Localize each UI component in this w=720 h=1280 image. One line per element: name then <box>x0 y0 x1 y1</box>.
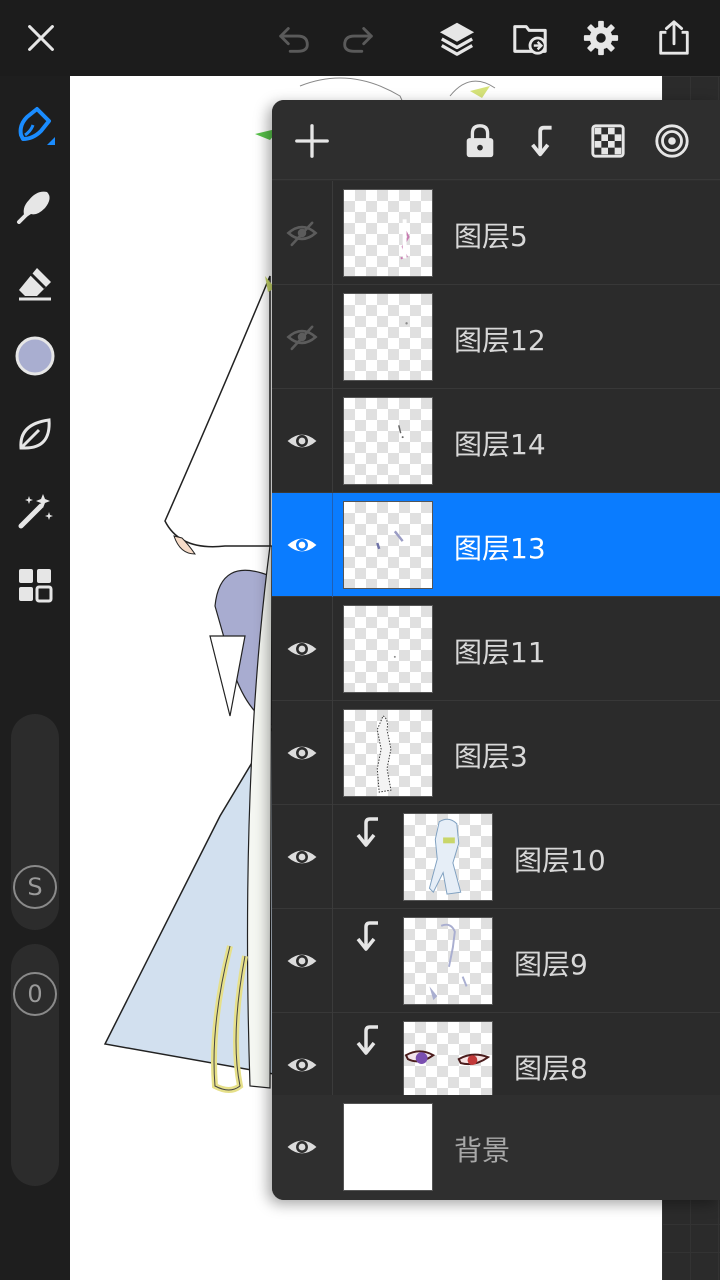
layer-name: 图层8 <box>514 1052 588 1085</box>
add-layer-icon[interactable] <box>289 118 335 164</box>
layer-row-selected[interactable]: 图层13 <box>272 493 720 597</box>
checkerboard-icon[interactable] <box>585 118 631 164</box>
layer-name: 图层5 <box>454 220 528 253</box>
grid-icon[interactable] <box>10 560 60 610</box>
layers-icon[interactable] <box>433 14 481 62</box>
eye-icon[interactable] <box>280 523 324 567</box>
background-layer-row[interactable]: 背景 <box>272 1095 720 1200</box>
layer-thumbnail <box>403 813 493 901</box>
layer-name: 图层13 <box>454 532 546 565</box>
layer-name: 图层9 <box>514 948 588 981</box>
layer-row[interactable]: 图层9 <box>272 909 720 1013</box>
layer-row[interactable]: 图层14 <box>272 389 720 493</box>
eye-icon[interactable] <box>280 627 324 671</box>
import-icon[interactable] <box>506 14 554 62</box>
background-thumbnail <box>343 1103 433 1191</box>
layer-row[interactable]: 图层5 <box>272 181 720 285</box>
layer-thumbnail <box>343 605 433 693</box>
row-divider <box>332 805 333 909</box>
leaf-icon[interactable] <box>10 409 60 459</box>
redo-icon[interactable] <box>334 14 382 62</box>
layer-thumbnail <box>343 189 433 277</box>
brush-size-knob[interactable]: S <box>13 865 57 909</box>
color-swatch[interactable] <box>10 331 60 381</box>
clip-icon <box>356 921 378 951</box>
layer-thumbnail <box>343 397 433 485</box>
eye-hidden-icon[interactable] <box>280 211 324 255</box>
eraser-icon[interactable] <box>10 257 60 307</box>
layer-thumbnail <box>343 293 433 381</box>
top-bar <box>0 0 720 76</box>
magic-wand-icon[interactable] <box>10 485 60 535</box>
clip-icon[interactable] <box>521 118 567 164</box>
background-layer-name: 背景 <box>454 1134 511 1167</box>
row-divider <box>332 597 333 701</box>
eye-icon[interactable] <box>280 939 324 983</box>
settings-icon[interactable] <box>577 14 625 62</box>
row-divider <box>332 389 333 493</box>
eye-icon[interactable] <box>280 731 324 775</box>
row-divider <box>332 181 333 285</box>
eye-icon[interactable] <box>280 1125 324 1169</box>
undo-icon[interactable] <box>270 14 318 62</box>
eye-icon[interactable] <box>280 419 324 463</box>
smudge-icon[interactable] <box>10 179 60 229</box>
layer-row[interactable]: 图层11 <box>272 597 720 701</box>
layer-row[interactable]: 图层12 <box>272 285 720 389</box>
layer-name: 图层3 <box>454 740 528 773</box>
blend-icon[interactable] <box>649 118 695 164</box>
opacity-knob[interactable]: 0 <box>13 972 57 1016</box>
clip-icon <box>356 1025 378 1055</box>
layer-name: 图层10 <box>514 844 606 877</box>
layer-thumbnail <box>343 709 433 797</box>
layer-row[interactable]: 图层10 <box>272 805 720 909</box>
lock-icon[interactable] <box>457 118 503 164</box>
eye-icon[interactable] <box>280 1043 324 1087</box>
layers-panel: 图层5 图层12 图层14 图层13 图层11 图层3 图层10 图层9 图层8… <box>272 100 720 1200</box>
row-divider <box>332 493 333 597</box>
layer-name: 图层14 <box>454 428 546 461</box>
row-divider <box>332 701 333 805</box>
row-divider <box>332 285 333 389</box>
row-divider <box>332 909 333 1013</box>
left-toolbar: S 0 <box>0 76 70 1280</box>
layer-thumbnail <box>403 917 493 1005</box>
export-icon[interactable] <box>650 14 698 62</box>
layer-name: 图层12 <box>454 324 546 357</box>
eye-icon[interactable] <box>280 835 324 879</box>
layer-name: 图层11 <box>454 636 546 669</box>
eye-hidden-icon[interactable] <box>280 315 324 359</box>
clip-icon <box>356 817 378 847</box>
brush-icon[interactable] <box>10 100 60 150</box>
close-icon[interactable] <box>17 14 65 62</box>
layers-toolbar <box>272 100 720 180</box>
layer-row[interactable]: 图层3 <box>272 701 720 805</box>
layer-thumbnail <box>343 501 433 589</box>
